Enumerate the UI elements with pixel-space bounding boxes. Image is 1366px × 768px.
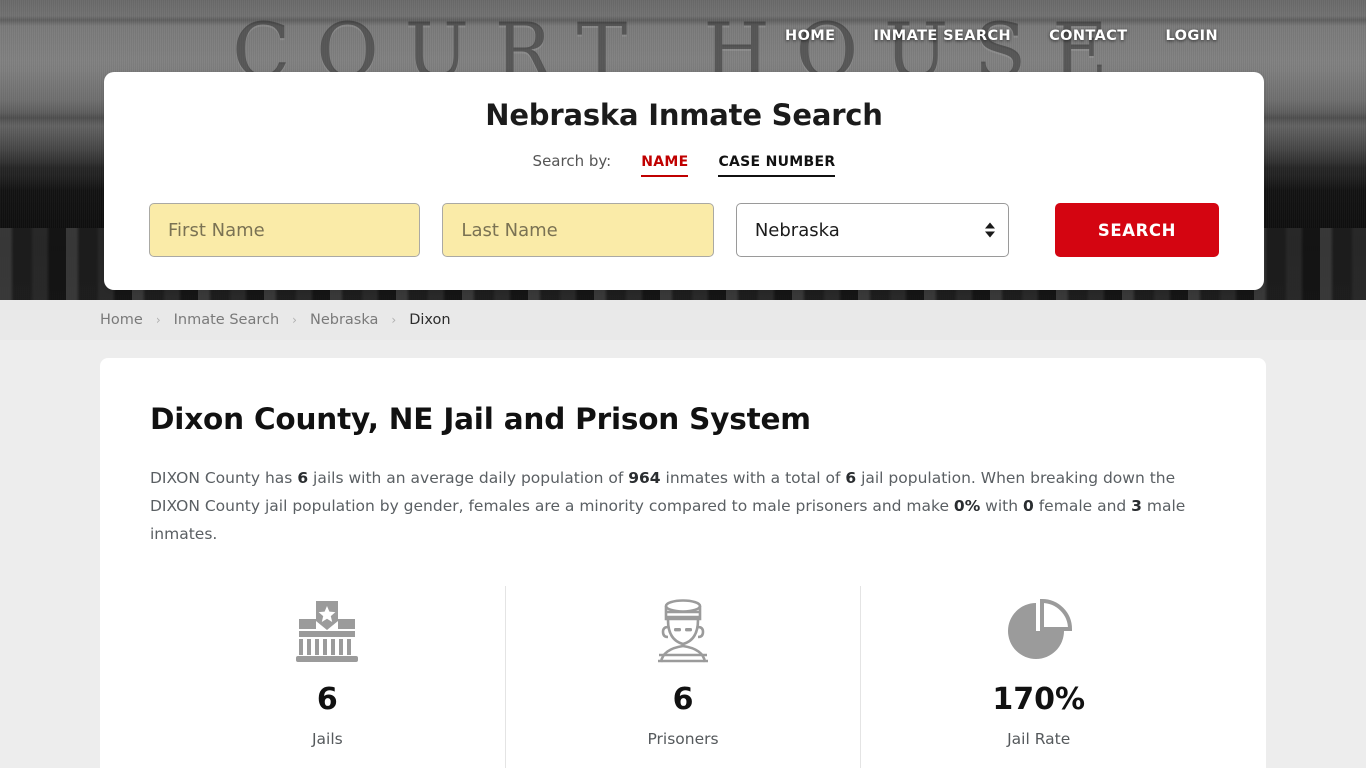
intro-male-count: 3 bbox=[1131, 497, 1142, 515]
first-name-input[interactable] bbox=[149, 203, 421, 257]
search-button[interactable]: SEARCH bbox=[1054, 203, 1220, 257]
search-by-label: Search by: bbox=[532, 152, 612, 170]
top-navigation: HOME INMATE SEARCH CONTACT LOGIN bbox=[785, 0, 1366, 72]
county-content-card: Dixon County, NE Jail and Prison System … bbox=[100, 358, 1266, 768]
pie-chart-icon bbox=[1006, 592, 1072, 668]
stat-jail-rate-label: Jail Rate bbox=[1007, 730, 1071, 748]
stat-jail-rate: 170% Jail Rate bbox=[860, 586, 1216, 768]
stat-jails: 6 Jails bbox=[150, 586, 505, 768]
county-summary-paragraph: DIXON County has 6 jails with an average… bbox=[150, 464, 1190, 548]
breadcrumb-item-nebraska[interactable]: Nebraska bbox=[310, 312, 378, 328]
breadcrumb-separator-icon: › bbox=[292, 313, 297, 327]
intro-avg-daily-population: 964 bbox=[628, 469, 661, 487]
intro-text-2: jails with an average daily population o… bbox=[308, 469, 629, 487]
breadcrumb-separator-icon: › bbox=[155, 313, 161, 327]
stat-jails-label: Jails bbox=[311, 730, 343, 748]
intro-jails-count: 6 bbox=[297, 469, 309, 487]
stat-jail-rate-value: 170% bbox=[992, 682, 1086, 717]
state-select[interactable]: Nebraska bbox=[735, 203, 1009, 257]
jail-building-icon bbox=[296, 592, 359, 668]
stat-prisoners: 6 Prisoners bbox=[504, 586, 861, 768]
statistics-row: 6 Jails 6 Prisoners 170% Jail Rate bbox=[150, 586, 1216, 768]
nav-item-home[interactable]: HOME bbox=[785, 28, 835, 44]
breadcrumb: Home › Inmate Search › Nebraska › Dixon bbox=[0, 300, 1366, 340]
tab-search-by-case-number[interactable]: CASE NUMBER bbox=[718, 154, 836, 177]
nav-item-login[interactable]: LOGIN bbox=[1166, 28, 1218, 44]
intro-text-3: inmates with a total of bbox=[660, 469, 846, 487]
breadcrumb-item-dixon: Dixon bbox=[409, 312, 451, 328]
hero-banner: COURT HOUSE HOME INMATE SEARCH CONTACT L… bbox=[0, 0, 1366, 300]
intro-text-6: female and bbox=[1033, 497, 1132, 515]
intro-text-1: DIXON County has bbox=[150, 469, 298, 487]
prisoner-icon bbox=[652, 592, 714, 668]
breadcrumb-separator-icon: › bbox=[391, 313, 397, 327]
intro-total-jail-population: 6 bbox=[845, 469, 857, 487]
stat-prisoners-label: Prisoners bbox=[647, 730, 719, 748]
intro-text-5: with bbox=[980, 497, 1023, 515]
page-title: Dixon County, NE Jail and Prison System bbox=[150, 402, 811, 436]
breadcrumb-item-inmate-search[interactable]: Inmate Search bbox=[174, 312, 280, 328]
state-select-wrap: Nebraska bbox=[735, 203, 1009, 257]
page-body: Dixon County, NE Jail and Prison System … bbox=[0, 340, 1366, 768]
inmate-search-card: Nebraska Inmate Search Search by: NAME C… bbox=[104, 72, 1264, 290]
intro-female-percent: 0% bbox=[953, 497, 981, 515]
last-name-input[interactable] bbox=[442, 203, 714, 257]
nav-item-inmate-search[interactable]: INMATE SEARCH bbox=[873, 28, 1011, 44]
tab-search-by-name[interactable]: NAME bbox=[641, 154, 689, 177]
search-by-row: Search by: NAME CASE NUMBER bbox=[104, 152, 1264, 177]
nav-item-contact[interactable]: CONTACT bbox=[1049, 28, 1127, 44]
breadcrumb-item-home[interactable]: Home bbox=[100, 312, 143, 328]
intro-female-count: 0 bbox=[1023, 497, 1034, 515]
stat-prisoners-value: 6 bbox=[672, 682, 694, 717]
stat-jails-value: 6 bbox=[316, 682, 338, 717]
search-card-title: Nebraska Inmate Search bbox=[485, 98, 883, 132]
search-fields-row: Nebraska SEARCH bbox=[104, 203, 1264, 257]
